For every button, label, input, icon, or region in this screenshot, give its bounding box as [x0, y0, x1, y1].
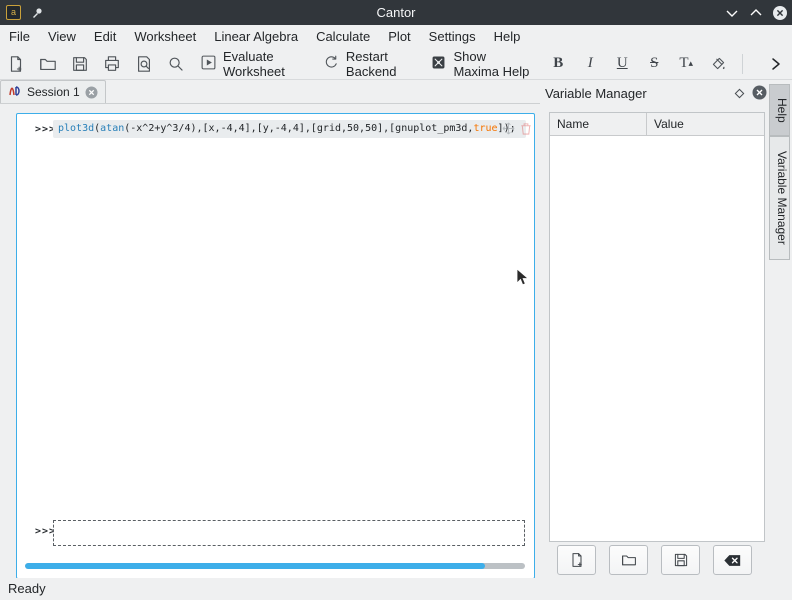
command-entry-2[interactable] [53, 520, 525, 546]
clear-variables-button[interactable] [713, 545, 752, 575]
evaluate-icon [200, 54, 217, 74]
variable-table-header: Name Value [550, 113, 764, 136]
restart-backend-button[interactable]: Restart Backend [318, 51, 420, 77]
progressbar-fill [25, 563, 485, 569]
column-value[interactable]: Value [647, 113, 684, 135]
drag-cell-icon[interactable] [502, 122, 515, 140]
tab-label: Session 1 [27, 85, 80, 99]
column-name[interactable]: Name [550, 113, 647, 135]
underline-button[interactable]: U [609, 51, 635, 77]
superscript-label: T [679, 55, 688, 72]
open-button[interactable] [35, 51, 61, 77]
print-button[interactable] [99, 51, 125, 77]
tabbar: Session 1 [0, 80, 540, 104]
text-color-button[interactable] [705, 51, 731, 77]
add-variable-button[interactable] [557, 545, 596, 575]
show-maxima-help-button[interactable]: Show Maxima Help [425, 51, 539, 77]
session-icon [8, 84, 22, 101]
save-variables-button[interactable] [661, 545, 700, 575]
command-entry-1[interactable]: plot3d(atan(-x^2+y^3/4),[x,-4,4],[y,-4,4… [53, 120, 526, 138]
menu-item-plot[interactable]: Plot [379, 25, 419, 48]
toolbar-separator [742, 54, 743, 74]
new-worksheet-button[interactable] [3, 51, 29, 77]
side-tab-variable-manager[interactable]: Variable Manager [769, 136, 790, 260]
print-preview-button[interactable] [131, 51, 157, 77]
evaluate-label: Evaluate Worksheet [223, 49, 307, 79]
load-variables-button[interactable] [609, 545, 648, 575]
toolbar: Evaluate Worksheet Restart Backend Show … [0, 48, 792, 80]
variable-table[interactable]: Name Value [549, 112, 765, 542]
menu-item-view[interactable]: View [39, 25, 85, 48]
maxima-help-icon [430, 54, 447, 74]
strikeout-button[interactable]: S [641, 51, 667, 77]
evaluation-progressbar [25, 563, 525, 569]
cantor-window: a Cantor FileViewEditWorksheetLinear Alg… [0, 0, 792, 600]
menu-item-settings[interactable]: Settings [420, 25, 485, 48]
delete-cell-icon[interactable] [520, 122, 532, 140]
window-title: Cantor [0, 5, 792, 20]
plot3d-canvas[interactable] [17, 142, 533, 542]
worksheet[interactable]: >>> plot3d(atan(-x^2+y^3/4),[x,-4,4],[y,… [16, 113, 535, 579]
mouse-cursor [516, 268, 530, 293]
restart-icon [323, 54, 340, 74]
side-tab-help[interactable]: Help [769, 84, 790, 136]
side-tab-strip: Help Variable Manager [769, 80, 792, 578]
panel-title: Variable Manager [545, 86, 647, 101]
content-area: Session 1 >>> plot3d(atan(-x^2+y^3/4),[x… [0, 80, 792, 578]
variable-actions [549, 544, 763, 576]
save-button[interactable] [67, 51, 93, 77]
tab-session-1[interactable]: Session 1 [0, 80, 106, 103]
menu-item-help[interactable]: Help [485, 25, 530, 48]
tab-close-icon[interactable] [85, 86, 98, 99]
status-text: Ready [8, 581, 46, 596]
menu-item-worksheet[interactable]: Worksheet [125, 25, 205, 48]
close-panel-icon[interactable] [752, 85, 767, 103]
minimize-button[interactable] [724, 5, 740, 21]
menu-item-linear-algebra[interactable]: Linear Algebra [205, 25, 307, 48]
menu-item-file[interactable]: File [0, 25, 39, 48]
code-fn-plot3d: plot3d [58, 123, 94, 134]
code-fn-atan: atan [100, 123, 124, 134]
close-button[interactable] [772, 5, 788, 21]
bold-button[interactable]: B [545, 51, 571, 77]
maximize-button[interactable] [748, 5, 764, 21]
code-keyword-true: true [473, 123, 497, 134]
toolbar-overflow-button[interactable] [763, 51, 789, 77]
menubar: FileViewEditWorksheetLinear AlgebraCalcu… [0, 25, 792, 48]
maxima-help-label: Show Maxima Help [453, 49, 534, 79]
titlebar[interactable]: a Cantor [0, 0, 792, 25]
variable-manager-panel: Variable Manager Name Value [545, 82, 769, 576]
float-panel-icon[interactable] [734, 87, 745, 102]
panel-header[interactable]: Variable Manager [545, 82, 769, 104]
superscript-button[interactable]: T▴ [673, 51, 699, 77]
restart-label: Restart Backend [346, 49, 415, 79]
statusbar: Ready [0, 578, 792, 600]
evaluate-worksheet-button[interactable]: Evaluate Worksheet [195, 51, 312, 77]
menu-item-edit[interactable]: Edit [85, 25, 125, 48]
italic-button[interactable]: I [577, 51, 603, 77]
code-body: (-x^2+y^3/4),[x,-4,4],[y,-4,4],[grid,50,… [124, 123, 473, 134]
menu-item-calculate[interactable]: Calculate [307, 25, 379, 48]
find-button[interactable] [163, 51, 189, 77]
